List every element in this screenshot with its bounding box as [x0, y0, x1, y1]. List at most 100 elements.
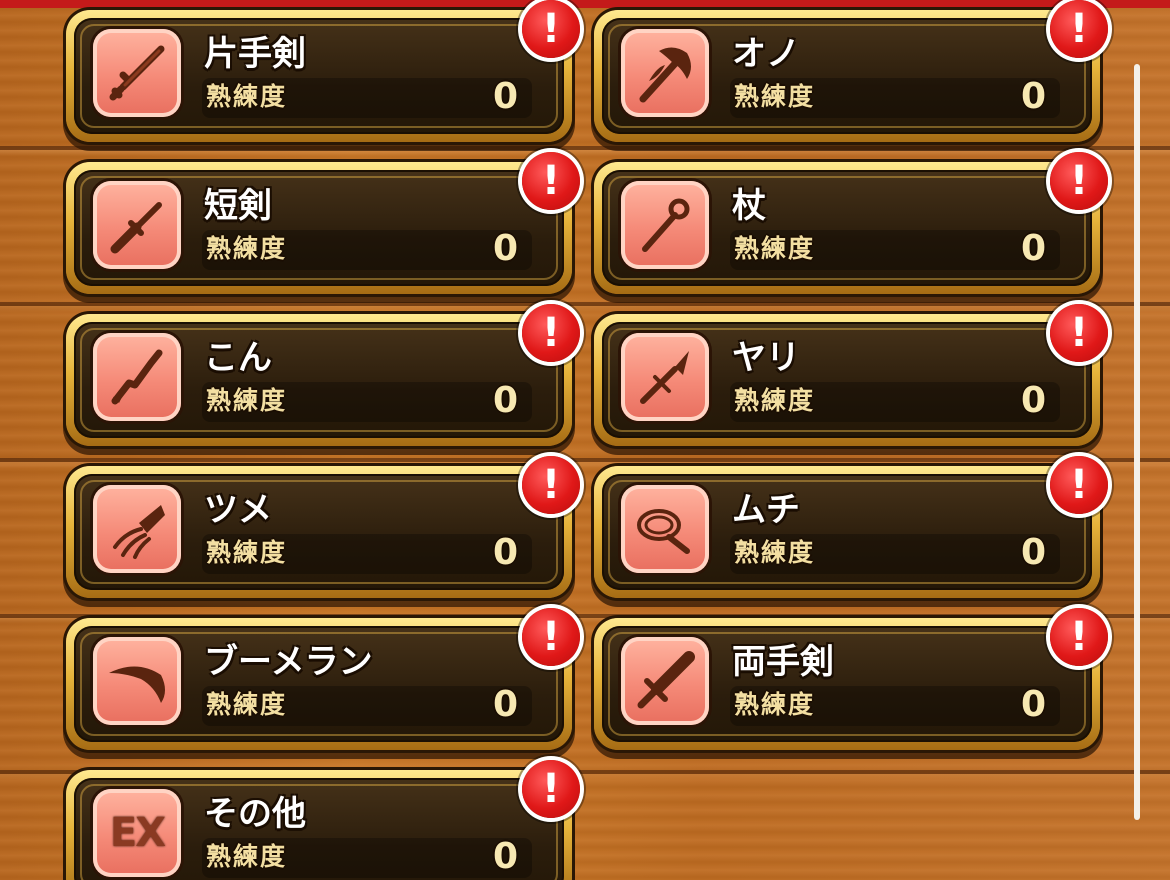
- weapon-icon-frame: [93, 333, 181, 421]
- weapon-card-staff[interactable]: 杖 熟練度 0 !: [594, 152, 1108, 294]
- proficiency-value: 0: [492, 228, 518, 269]
- alert-badge: !: [522, 304, 580, 362]
- proficiency-label: 熟練度: [734, 538, 816, 567]
- exclamation-icon: !: [541, 158, 561, 204]
- proficiency-label: 熟練度: [734, 234, 816, 263]
- weapon-icon-frame: [93, 637, 181, 725]
- weapon-name: 杖: [732, 186, 766, 226]
- exclamation-icon: !: [541, 614, 561, 660]
- alert-badge: !: [522, 608, 580, 666]
- proficiency-value: 0: [492, 76, 518, 117]
- boomerang-icon: [109, 666, 165, 703]
- proficiency-row: 熟練度 0: [730, 78, 1060, 118]
- proficiency-label: 熟練度: [734, 690, 816, 719]
- weapon-name: 両手剣: [732, 642, 834, 682]
- proficiency-row: 熟練度 0: [730, 230, 1060, 270]
- weapon-name: 片手剣: [204, 34, 306, 74]
- proficiency-value: 0: [1020, 228, 1046, 269]
- alert-badge: !: [1050, 0, 1108, 58]
- exclamation-icon: !: [1069, 6, 1089, 52]
- weapon-icon-frame: [621, 29, 709, 117]
- staff-icon: [642, 198, 690, 252]
- axe-icon: [639, 47, 691, 103]
- proficiency-value: 0: [1020, 532, 1046, 573]
- proficiency-value: 0: [1020, 76, 1046, 117]
- weapon-name: その他: [204, 794, 306, 834]
- proficiency-value: 0: [492, 836, 518, 877]
- weapon-name: こん: [204, 338, 272, 378]
- proficiency-label: 熟練度: [734, 386, 816, 415]
- proficiency-row: 熟練度 0: [202, 686, 532, 726]
- spear-icon: [640, 351, 689, 404]
- alert-badge: !: [522, 0, 580, 58]
- proficiency-label: 熟練度: [206, 690, 288, 719]
- proficiency-value: 0: [1020, 684, 1046, 725]
- proficiency-label: 熟練度: [206, 82, 288, 111]
- weapon-name: ブーメラン: [204, 642, 373, 682]
- alert-badge: !: [522, 456, 580, 514]
- weapon-name: 短剣: [204, 186, 272, 226]
- alert-badge: !: [522, 152, 580, 210]
- club-icon: [111, 349, 163, 405]
- proficiency-row: 熟練度 0: [730, 534, 1060, 574]
- weapon-icon-frame: [93, 485, 181, 573]
- weapon-proficiency-grid: 片手剣 熟練度 0 ! オノ 熟練度 0 ! 短剣 熟練度 0 ! 杖 熟練度 …: [0, 0, 1170, 880]
- exclamation-icon: !: [541, 6, 561, 52]
- exclamation-icon: !: [1069, 614, 1089, 660]
- scrollbar[interactable]: [1134, 64, 1140, 820]
- one-handed-sword-icon: [109, 45, 165, 101]
- weapon-icon-frame: [621, 333, 709, 421]
- alert-badge: !: [1050, 304, 1108, 362]
- ex-icon: EX: [109, 810, 166, 856]
- weapon-name: ヤリ: [732, 338, 800, 378]
- exclamation-icon: !: [541, 310, 561, 356]
- exclamation-icon: !: [541, 766, 561, 812]
- weapon-card-two-handed-sword[interactable]: 両手剣 熟練度 0 !: [594, 608, 1108, 750]
- weapon-icon-frame: [93, 181, 181, 269]
- weapon-card-other[interactable]: EX その他 熟練度 0 !: [66, 760, 580, 880]
- proficiency-value: 0: [1020, 380, 1046, 421]
- proficiency-label: 熟練度: [206, 386, 288, 415]
- alert-badge: !: [1050, 152, 1108, 210]
- two-handed-sword-icon: [637, 651, 695, 709]
- claw-icon: [113, 505, 165, 559]
- proficiency-row: 熟練度 0: [730, 686, 1060, 726]
- proficiency-label: 熟練度: [206, 842, 288, 871]
- proficiency-label: 熟練度: [734, 82, 816, 111]
- exclamation-icon: !: [541, 462, 561, 508]
- weapon-card-one-handed-sword[interactable]: 片手剣 熟練度 0 !: [66, 0, 580, 142]
- weapon-icon-frame: [93, 29, 181, 117]
- alert-badge: !: [522, 760, 580, 818]
- proficiency-row: 熟練度 0: [202, 382, 532, 422]
- weapon-name: ツメ: [204, 490, 272, 530]
- proficiency-row: 熟練度 0: [202, 838, 532, 878]
- alert-badge: !: [1050, 456, 1108, 514]
- proficiency-value: 0: [492, 684, 518, 725]
- proficiency-value: 0: [492, 380, 518, 421]
- proficiency-label: 熟練度: [206, 538, 288, 567]
- exclamation-icon: !: [1069, 158, 1089, 204]
- weapon-card-dagger[interactable]: 短剣 熟練度 0 !: [66, 152, 580, 294]
- exclamation-icon: !: [1069, 462, 1089, 508]
- weapon-card-claw[interactable]: ツメ 熟練度 0 !: [66, 456, 580, 598]
- weapon-name: ムチ: [732, 490, 800, 530]
- proficiency-row: 熟練度 0: [202, 534, 532, 574]
- weapon-icon-frame: [621, 181, 709, 269]
- weapon-icon-frame: [621, 485, 709, 573]
- proficiency-label: 熟練度: [206, 234, 288, 263]
- weapon-card-whip[interactable]: ムチ 熟練度 0 !: [594, 456, 1108, 598]
- weapon-card-club[interactable]: こん 熟練度 0 !: [66, 304, 580, 446]
- proficiency-row: 熟練度 0: [730, 382, 1060, 422]
- proficiency-row: 熟練度 0: [202, 230, 532, 270]
- proficiency-value: 0: [492, 532, 518, 573]
- weapon-card-axe[interactable]: オノ 熟練度 0 !: [594, 0, 1108, 142]
- weapon-icon-frame: EX: [93, 789, 181, 877]
- weapon-card-boomerang[interactable]: ブーメラン 熟練度 0 !: [66, 608, 580, 750]
- weapon-card-spear[interactable]: ヤリ 熟練度 0 !: [594, 304, 1108, 446]
- proficiency-row: 熟練度 0: [202, 78, 532, 118]
- exclamation-icon: !: [1069, 310, 1089, 356]
- weapon-icon-frame: [621, 637, 709, 725]
- weapon-name: オノ: [732, 34, 800, 74]
- alert-badge: !: [1050, 608, 1108, 666]
- dagger-icon: [110, 202, 162, 254]
